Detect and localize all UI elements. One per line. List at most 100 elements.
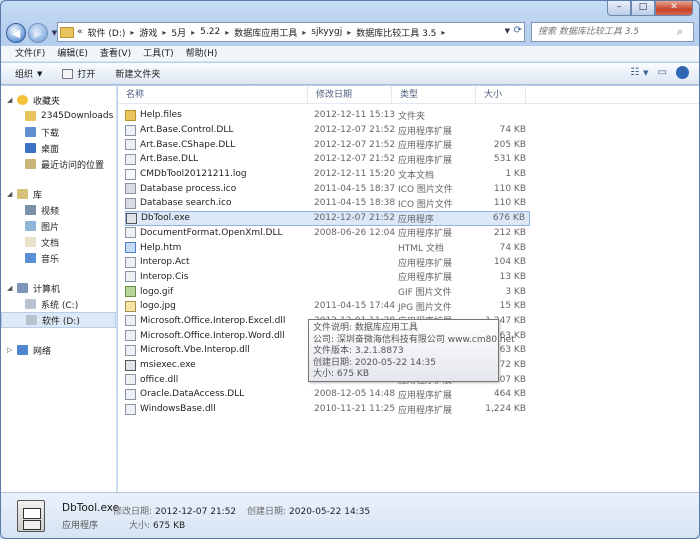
- breadcrumb-separator-icon[interactable]: ▸: [347, 28, 351, 37]
- breadcrumb-item[interactable]: 软件 (D:): [88, 26, 126, 39]
- file-row[interactable]: DocumentFormat.OpenXml.DLL 2008-06-26 12:…: [125, 226, 530, 241]
- file-name-cell: Help.files: [125, 109, 308, 121]
- file-row[interactable]: WindowsBase.dll 2010-11-21 11:25 应用程序扩展 1,2…: [125, 402, 530, 417]
- file-row[interactable]: Help.files 2012-12-11 15:13 文件夹: [125, 108, 530, 123]
- details-filename: DbTool.exe: [62, 502, 120, 514]
- file-row[interactable]: Interop.Act 应用程序扩展 104 KB: [125, 255, 530, 270]
- minimize-button[interactable]: –: [607, 1, 631, 16]
- htm-file-icon: [125, 242, 136, 254]
- view-options-icon[interactable]: ☷: [630, 67, 639, 78]
- file-row[interactable]: Database search.ico 2011-04-15 18:38 ICO 图…: [125, 196, 530, 211]
- file-row[interactable]: Art.Base.Control.DLL 2012-12-07 21:52 应用程序…: [125, 123, 530, 138]
- expand-icon[interactable]: ▷: [7, 346, 17, 354]
- nav-label: 音乐: [41, 254, 60, 265]
- nav-label: 网络: [33, 346, 52, 357]
- computer-group: ◢ 计算机 系统 (C:) 软件 (D:): [1, 280, 116, 328]
- nav-favorites[interactable]: ◢ 收藏夹: [1, 92, 116, 108]
- breadcrumb-item[interactable]: sjkyygj: [311, 27, 342, 37]
- nav-item-documents[interactable]: 文档: [1, 234, 116, 250]
- breadcrumb-separator-icon[interactable]: ▸: [302, 28, 306, 37]
- expand-icon[interactable]: ◢: [7, 190, 17, 198]
- nav-item-music[interactable]: 音乐: [1, 250, 116, 266]
- preview-pane-icon[interactable]: ▭: [658, 67, 667, 78]
- breadcrumb-separator-icon[interactable]: ▸: [225, 28, 229, 37]
- menu-help[interactable]: 帮助(H): [180, 46, 224, 61]
- forward-arrow-icon[interactable]: ▶: [28, 23, 48, 43]
- breadcrumb-item[interactable]: 5月: [171, 26, 186, 39]
- file-row[interactable]: Art.Base.CShape.DLL 2012-12-07 21:52 应用程序扩…: [125, 137, 530, 152]
- file-row[interactable]: logo.gif GIF 图片文件 3 KB: [125, 284, 530, 299]
- nav-item-drive-d[interactable]: 软件 (D:): [1, 312, 116, 328]
- nav-item-downloads[interactable]: 下载: [1, 124, 116, 140]
- search-icon[interactable]: ⌕: [672, 25, 688, 39]
- file-size: 464 KB: [493, 389, 526, 400]
- refresh-icon[interactable]: ⟳: [514, 25, 522, 36]
- organize-button[interactable]: 组织 ▼: [15, 67, 42, 81]
- nav-label: 系统 (C:): [41, 300, 79, 311]
- file-name: Help.htm: [140, 242, 182, 253]
- expand-icon[interactable]: ◢: [7, 96, 17, 104]
- breadcrumb-item[interactable]: 5.22: [200, 27, 220, 37]
- file-type: 应用程序扩展: [398, 390, 453, 401]
- breadcrumb-separator-icon[interactable]: ▸: [191, 28, 195, 37]
- column-date[interactable]: 修改日期: [308, 86, 392, 103]
- breadcrumb-item[interactable]: 数据库比较工具 3.5: [356, 26, 436, 39]
- column-type[interactable]: 类型: [392, 86, 476, 103]
- file-size: 205 KB: [493, 139, 526, 150]
- command-bar: 组织 ▼ 打开 新建文件夹 ☷ ▼ ▭ ?: [1, 63, 699, 85]
- file-row[interactable]: Interop.Cis 应用程序扩展 13 KB: [125, 270, 530, 285]
- file-row[interactable]: Art.Base.DLL 2012-12-07 21:52 应用程序扩展 531 KB: [125, 152, 530, 167]
- file-name: office.dll: [140, 374, 179, 385]
- expand-icon[interactable]: ◢: [7, 284, 17, 292]
- nav-item-2345downloads[interactable]: 2345Downloads: [1, 108, 116, 124]
- nav-item-drive-c[interactable]: 系统 (C:): [1, 296, 116, 312]
- column-name[interactable]: 名称: [118, 86, 308, 103]
- column-size[interactable]: 大小: [476, 86, 526, 103]
- menu-view[interactable]: 查看(V): [94, 46, 137, 61]
- file-name: Art.Base.DLL: [140, 154, 198, 165]
- nav-libraries[interactable]: ◢ 库: [1, 186, 116, 202]
- breadcrumb-overflow[interactable]: «: [77, 27, 83, 37]
- file-row[interactable]: Oracle.DataAccess.DLL 2008-12-05 14:48 应用程…: [125, 387, 530, 402]
- breadcrumb-item[interactable]: 游戏: [139, 26, 157, 39]
- breadcrumb-separator-icon[interactable]: ▸: [441, 28, 445, 37]
- nav-item-pictures[interactable]: 图片: [1, 218, 116, 234]
- open-button[interactable]: 打开: [62, 67, 95, 80]
- file-name: DocumentFormat.OpenXml.DLL: [140, 227, 283, 238]
- maximize-button[interactable]: □: [631, 1, 655, 16]
- breadcrumb-separator-icon[interactable]: ▸: [130, 28, 134, 37]
- nav-label: 2345Downloads: [41, 111, 114, 121]
- file-row[interactable]: Help.htm HTML 文档 74 KB: [125, 240, 530, 255]
- file-row[interactable]: DbTool.exe 2012-12-07 21:52 应用程序 676 KB: [125, 210, 530, 226]
- nav-item-videos[interactable]: 视频: [1, 202, 116, 218]
- breadcrumb-item[interactable]: 数据库应用工具: [234, 26, 297, 39]
- chevron-down-icon[interactable]: ▼: [643, 69, 648, 77]
- close-button[interactable]: ✕: [655, 1, 693, 16]
- file-size: 104 KB: [493, 257, 526, 268]
- file-name: WindowsBase.dll: [140, 404, 216, 415]
- breadcrumb-separator-icon[interactable]: ▸: [162, 28, 166, 37]
- menu-tools[interactable]: 工具(T): [137, 46, 180, 61]
- menu-file[interactable]: 文件(F): [9, 46, 51, 61]
- nav-item-desktop[interactable]: 桌面: [1, 140, 116, 156]
- file-date: 2012-12-11 15:13: [314, 110, 396, 121]
- file-row[interactable]: Database process.ico 2011-04-15 18:37 ICO …: [125, 181, 530, 196]
- address-bar[interactable]: « 软件 (D:) ▸ 游戏 ▸ 5月 ▸ 5.22 ▸ 数据库应用工具 ▸ sjkyygj ▸ 数据库…: [57, 22, 525, 42]
- search-input[interactable]: [532, 23, 672, 41]
- file-type: 应用程序扩展: [398, 273, 453, 284]
- address-dropdown-icon[interactable]: ▼: [505, 27, 510, 35]
- file-row[interactable]: CMDbTool20121211.log 2012-12-11 15:20 文本文档…: [125, 167, 530, 182]
- dll-file-icon: [125, 271, 136, 283]
- nav-item-recent-places[interactable]: 最近访问的位置: [1, 156, 116, 172]
- new-folder-button[interactable]: 新建文件夹: [115, 67, 160, 80]
- file-date: 2010-11-21 11:25: [314, 404, 396, 415]
- nav-computer[interactable]: ◢ 计算机: [1, 280, 116, 296]
- menu-edit[interactable]: 编辑(E): [51, 46, 94, 61]
- file-row[interactable]: logo.jpg 2011-04-15 17:44 JPG 图片文件 15 KB: [125, 299, 530, 314]
- file-name-cell: WindowsBase.dll: [125, 403, 308, 415]
- file-name: logo.gif: [140, 286, 174, 297]
- back-arrow-icon[interactable]: ◀: [6, 23, 26, 43]
- help-icon[interactable]: ?: [676, 66, 689, 79]
- nav-network[interactable]: ▷ 网络: [1, 342, 116, 358]
- dll-file-icon: [125, 344, 136, 356]
